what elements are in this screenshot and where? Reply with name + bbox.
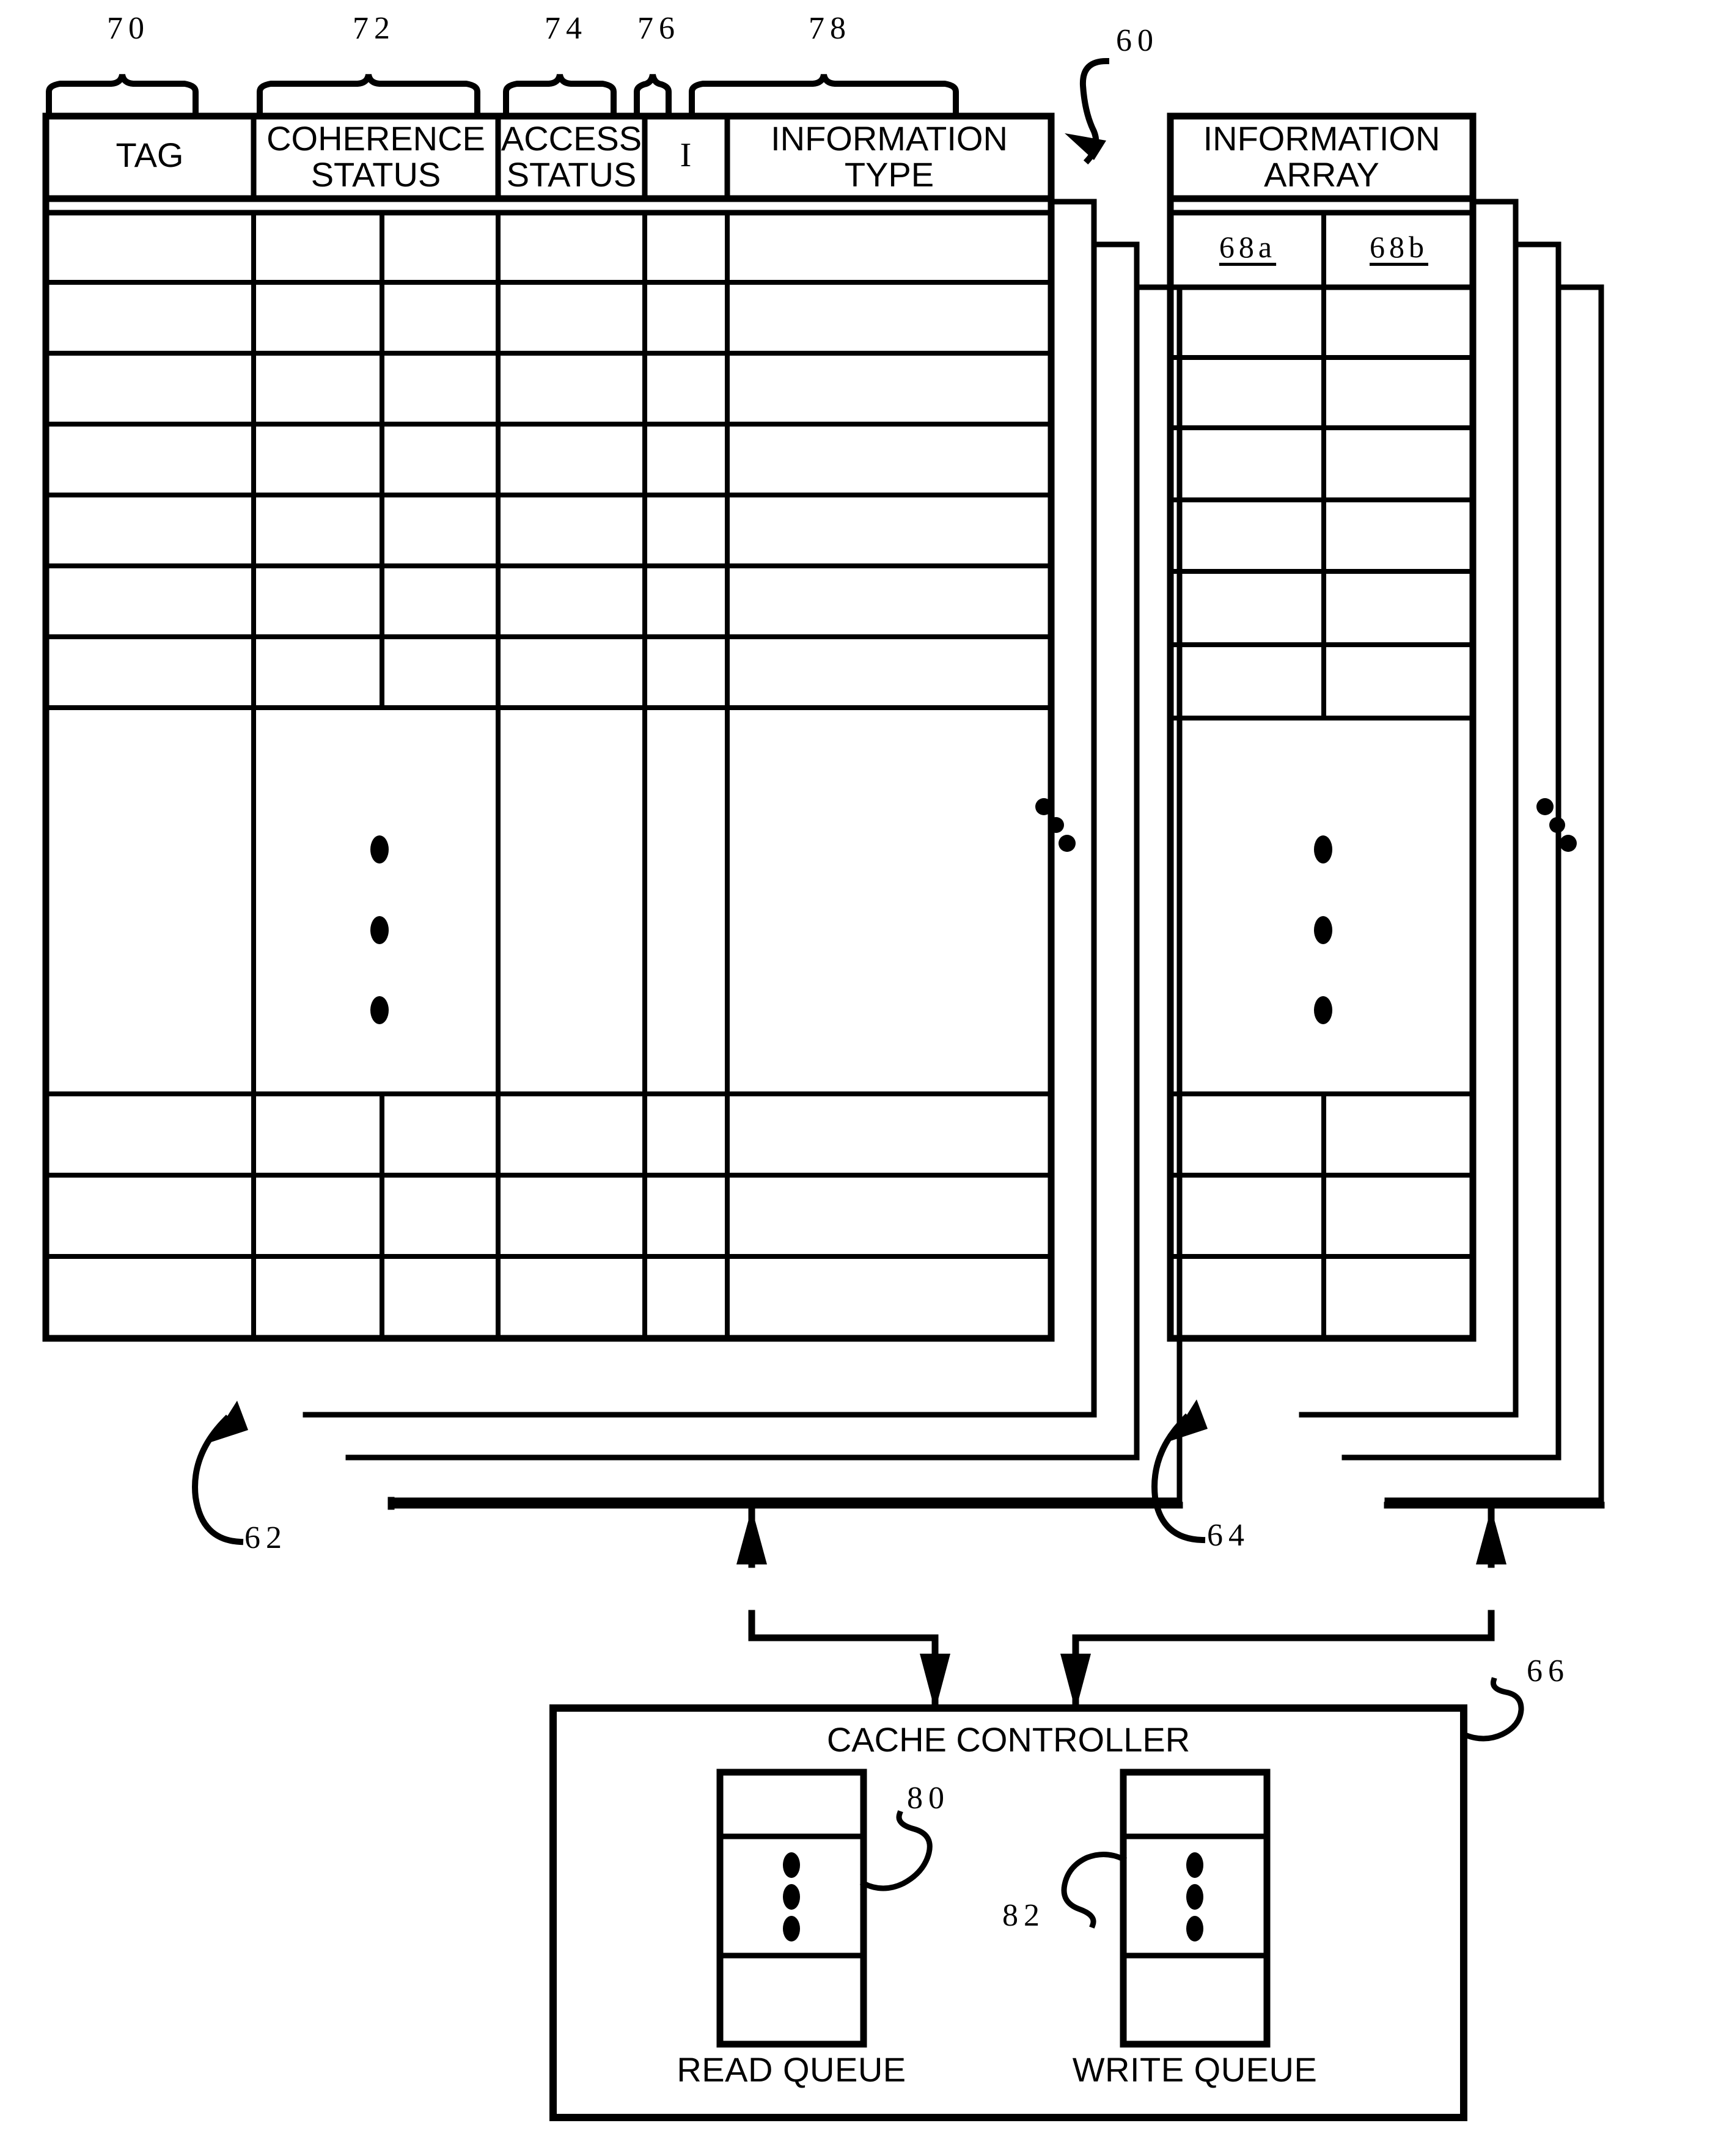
directory-body-dividers-ellipsis [251,705,730,1096]
ref-numeral-78: 78 [809,11,851,46]
ref-numeral-80: 80 [907,1781,950,1816]
array-subcolumn-68a: 68a [1219,230,1277,264]
cache-controller-title: CACHE CONTROLLER [826,1720,1191,1759]
leader-80 [859,1810,933,1891]
directory-ellipsis-dots [370,835,389,1024]
column-header-access-status: ACCESS STATUS [501,119,642,194]
patent-figure: 70 72 74 76 78 60 TAG COHERENCE STATUS A… [0,0,1710,2156]
column-braces [46,73,959,113]
array-ellipsis-dots [1314,835,1332,1024]
leader-64-arrowhead [1170,1399,1208,1441]
write-queue-ellipsis [1186,1852,1203,1942]
directory-body-dividers-lower [251,1091,730,1341]
column-header-information-type: INFORMATION TYPE [771,119,1008,194]
ref-numeral-72: 72 [353,11,395,46]
leader-60-arrowhead [1065,133,1106,160]
ref-numeral-64: 64 [1207,1518,1250,1553]
ref-numeral-70: 70 [107,11,150,46]
leader-66 [1460,1677,1524,1742]
stack-ellipsis-left [1035,798,1076,852]
column-header-i: I [680,136,692,174]
information-array-title: INFORMATION ARRAY [1203,119,1440,194]
figure-linework [42,57,1605,2121]
bus-arrow-right-up [1476,1508,1506,1564]
ref-numeral-82: 82 [1002,1898,1045,1933]
ref-numeral-62: 62 [244,1520,287,1555]
ref-numeral-60: 60 [1116,23,1159,58]
bus-arrow-left-up [736,1508,767,1564]
column-header-tag: TAG [116,136,184,174]
array-subcolumn-68b: 68b [1370,230,1428,264]
read-queue-label: READ QUEUE [677,2050,906,2089]
column-header-coherence-status: COHERENCE STATUS [266,119,485,194]
ref-numeral-76: 76 [637,11,680,46]
leader-82 [1061,1852,1127,1929]
directory-row-lines [43,280,1054,1259]
array-stack-sheets [1299,199,1604,1503]
ref-numeral-74: 74 [545,11,587,46]
read-queue-ellipsis [783,1852,800,1942]
leader-62-arrowhead [211,1401,248,1442]
ref-numeral-66: 66 [1527,1654,1569,1689]
directory-body-dividers-upper [251,210,730,710]
bus-arrow-right-down [1060,1654,1091,1711]
bus-connectors [387,1497,1605,1709]
bus-arrow-left-down [920,1654,950,1711]
write-queue-label: WRITE QUEUE [1072,2050,1318,2089]
